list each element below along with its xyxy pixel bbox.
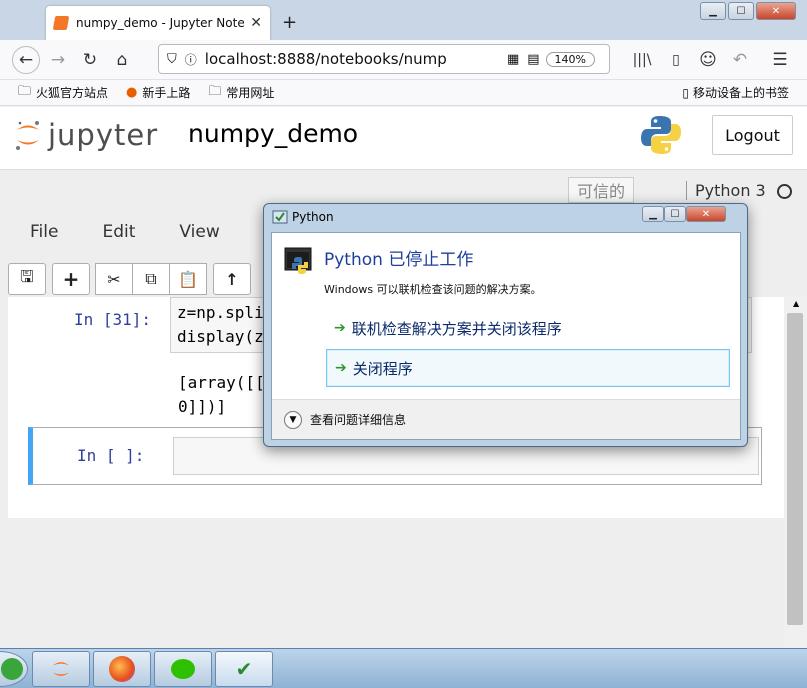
scroll-thumb[interactable] [787,313,803,625]
python-app-icon [284,247,312,274]
minimize-button[interactable]: ▁ [700,2,726,20]
back-icon[interactable]: ← [12,45,40,74]
add-cell-icon[interactable]: + [52,263,90,295]
dialog-footer: ▼ 查看问题详细信息 [272,399,740,439]
green-arrow-icon: ➔ [334,320,346,336]
scroll-up-icon[interactable]: ▲ [793,299,799,308]
windows-taskbar: ✔ [0,648,807,688]
bookmark-getting-started[interactable]: ● 新手上路 [126,84,190,101]
dialog-minimize-button[interactable]: ▁ [642,206,664,222]
taskbar-firefox[interactable] [93,651,151,687]
tab-numpy-demo[interactable]: numpy_demo - Jupyter Note ✕ [46,6,270,40]
menu-edit[interactable]: Edit [102,222,135,242]
page-scrollbar[interactable]: ▲ [784,297,807,648]
view-problem-details-link[interactable]: 查看问题详细信息 [310,411,406,428]
jupyter-header: jupyter numpy_demo Logout [0,107,807,169]
copy-icon[interactable]: ⧉ [132,263,170,295]
tab-close-icon[interactable]: ✕ [250,15,262,31]
chevron-down-icon[interactable]: ▼ [284,410,302,429]
logout-button[interactable]: Logout [712,115,793,155]
url-bar[interactable]: ⛉ ⓘ localhost:8888/notebooks/nump ▦ ▤ 14… [158,44,610,74]
undo-icon[interactable]: ↶ [726,46,754,74]
taskbar-jupyter[interactable] [32,651,90,687]
edit-button-group: ✂ ⧉ 📋 [95,263,207,295]
taskbar-python-error[interactable]: ✔ [215,651,273,687]
move-up-icon[interactable]: ↑ [213,263,251,295]
windows-start-icon [1,658,23,680]
jupyter-logo-icon [16,121,39,150]
jupyter-wordmark: jupyter [48,118,159,152]
close-program-option[interactable]: ➔ 关闭程序 [326,349,730,387]
shield-icon[interactable]: ⛉ [167,52,177,67]
notebook-name[interactable]: numpy_demo [188,119,358,148]
sidebar-icon[interactable]: ▯ [662,46,690,74]
mobile-device-icon: ▯ [682,85,689,100]
dialog-heading: Python 已停止工作 [324,250,474,270]
notebook-toolbar: 🖫 + ✂ ⧉ 📋 ↑ [8,263,251,295]
qr-code-icon[interactable]: ▦ [507,52,519,67]
menu-icon[interactable]: ☰ [766,46,794,74]
home-icon[interactable]: ⌂ [108,46,136,74]
dialog-subtitle: Windows 可以联机检查该问题的解决方案。 [324,283,542,296]
new-tab-button[interactable]: + [282,12,297,33]
dialog-window-icon [272,210,288,224]
taskbar-wechat[interactable] [154,651,212,687]
kernel-name[interactable]: Python 3 [686,181,766,200]
bookmark-common-sites[interactable]: 🗀 常用网址 [208,82,274,104]
trusted-indicator[interactable]: 可信的 [568,177,634,203]
kernel-status-icon [777,184,792,199]
dialog-maximize-button[interactable]: ☐ [664,206,686,222]
url-text[interactable]: localhost:8888/notebooks/nump [205,50,507,68]
window-controls: ▁ ☐ ✕ [700,2,796,20]
save-icon[interactable]: 🖫 [8,263,46,295]
dialog-close-button[interactable]: ✕ [686,206,726,222]
wechat-icon [171,659,195,679]
start-button[interactable] [0,651,28,687]
close-window-button[interactable]: ✕ [756,2,796,20]
mobile-bookmarks[interactable]: ▯ 移动设备上的书签 [682,84,789,101]
folder-icon: 🗀 [18,83,32,99]
cut-icon[interactable]: ✂ [95,263,133,295]
bookmarks-toolbar: 🗀 火狐官方站点 ● 新手上路 🗀 常用网址 ▯ 移动设备上的书签 [0,80,807,106]
maximize-button[interactable]: ☐ [728,2,754,20]
menu-file[interactable]: File [30,222,58,242]
title-bar: numpy_demo - Jupyter Note ✕ + ▁ ☐ ✕ [0,0,807,40]
dialog-title: Python [292,210,334,224]
paste-icon[interactable]: 📋 [169,263,207,295]
jupyter-logo[interactable]: jupyter [14,117,158,153]
account-icon[interactable]: ☺ [694,46,722,74]
tab-title: numpy_demo - Jupyter Note [76,16,245,30]
firefox-icon [109,656,135,682]
reader-view-icon[interactable]: ▤ [527,52,539,67]
dialog-window-controls: ▁ ☐ ✕ [642,206,726,222]
python-logo-icon [641,116,681,154]
cell-prompt: In [31]: [74,310,152,329]
bookmark-firefox-official[interactable]: 🗀 火狐官方站点 [18,82,108,104]
cell-prompt: In [ ]: [77,446,145,465]
zoom-level[interactable]: 140% [545,51,595,67]
reload-icon[interactable]: ↻ [76,46,104,74]
page-info-icon[interactable]: ⓘ [185,51,197,68]
folder-icon: 🗀 [208,83,222,99]
green-arrow-icon: ➔ [335,360,347,376]
firefox-icon: ● [126,85,138,100]
check-online-and-close-option[interactable]: ➔ 联机检查解决方案并关闭该程序 [326,309,730,347]
jupyter-favicon-icon [52,16,70,30]
menu-view[interactable]: View [179,222,219,242]
cell-output: [array([[ 0]])] [178,373,265,416]
forward-icon[interactable]: → [44,46,72,74]
library-icon[interactable]: |||\ [628,46,656,74]
python-error-dialog: Python ▁ ☐ ✕ Python 已停止工作 Windows 可以联机检查… [263,203,748,447]
cell-code: z=np.spli display(z [177,303,264,346]
checkmark-window-icon: ✔ [235,657,253,681]
jupyter-icon [53,662,69,676]
dialog-body: Python 已停止工作 Windows 可以联机检查该问题的解决方案。 ➔ 联… [271,232,741,440]
